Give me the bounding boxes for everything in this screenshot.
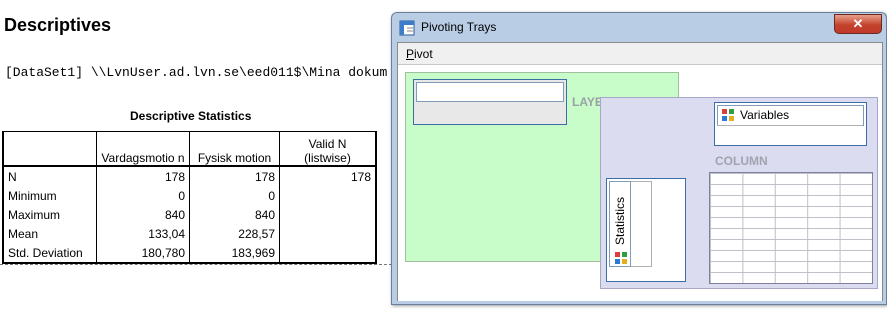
table-cell [279, 205, 377, 224]
header-cell-valid-n: Valid N (listwise) [279, 131, 377, 167]
table-row: Mean 133,04 228,57 [2, 224, 377, 243]
table-row: Minimum 0 0 [2, 186, 377, 205]
data-grid-preview [709, 172, 873, 284]
pivoting-trays-window[interactable]: Pivoting Trays ✕ Pivot LAYER Variables C… [391, 12, 887, 305]
table-row: Maximum 840 840 [2, 205, 377, 224]
menu-bar: Pivot [398, 43, 882, 64]
table-row: Std. Deviation 180,780 183,969 [2, 243, 377, 264]
table-cell: 0 [189, 186, 280, 205]
menu-pivot[interactable]: Pivot [406, 47, 433, 61]
header-cell-blank [2, 131, 97, 167]
header-cell-vardagsmotion: Vardagsmotio n [96, 131, 190, 167]
layer-slot [416, 82, 564, 102]
row-label: Minimum [2, 186, 97, 205]
table-cell: 178 [96, 165, 190, 186]
header-cell-fysisk-motion: Fysisk motion [189, 131, 280, 167]
row-tray[interactable]: Statistics [606, 178, 686, 282]
table-cell: 178 [279, 165, 377, 186]
column-item-label: Variables [740, 108, 790, 122]
row-item-label: Statistics [613, 197, 627, 246]
close-icon: ✕ [852, 16, 864, 31]
descriptive-statistics-table[interactable]: Vardagsmotio n Fysisk motion Valid N (li… [2, 131, 377, 264]
output-title: Descriptives [4, 15, 112, 35]
pivot-item-icon [615, 252, 627, 264]
table-cell: 178 [189, 165, 280, 186]
table-title: Descriptive Statistics [130, 109, 252, 123]
table-cell [279, 243, 377, 264]
pivot-tray-icon [399, 20, 415, 36]
row-item-statistics[interactable]: Statistics [609, 181, 631, 267]
table-cell: 133,04 [96, 224, 190, 243]
row-label: Mean [2, 224, 97, 243]
window-title: Pivoting Trays [421, 20, 497, 34]
tray-area: LAYER Variables COLUMN Statistics [398, 64, 882, 301]
table-row: N 178 178 178 [2, 165, 377, 186]
menu-pivot-mnemonic: P [406, 47, 415, 61]
table-cell: 840 [96, 205, 190, 224]
window-client-area: Pivot LAYER Variables COLUMN Statistics [397, 42, 883, 301]
column-label: COLUMN [715, 154, 768, 168]
table-cell: 228,57 [189, 224, 280, 243]
column-slot [717, 125, 862, 142]
close-button[interactable]: ✕ [834, 14, 882, 34]
table-cell [279, 186, 377, 205]
pivot-item-icon [722, 109, 734, 121]
menu-pivot-label: ivot [414, 47, 433, 61]
table-cell: 180,780 [96, 243, 190, 264]
row-slot [631, 181, 652, 267]
pivot-panel: Variables COLUMN Statistics [600, 97, 878, 289]
column-item-variables[interactable]: Variables [717, 105, 864, 126]
title-bar[interactable]: Pivoting Trays ✕ [392, 13, 886, 41]
layer-drop-zone[interactable] [413, 79, 567, 125]
table-cell: 183,969 [189, 243, 280, 264]
table-cell: 0 [96, 186, 190, 205]
table-cell: 840 [189, 205, 280, 224]
table-selection-border [0, 264, 392, 265]
dataset-path: [DataSet1] \\LvnUser.ad.lvn.se\eed011$\M… [5, 65, 388, 80]
table-header-row: Vardagsmotio n Fysisk motion Valid N (li… [2, 131, 377, 167]
column-tray[interactable]: Variables [714, 102, 867, 146]
row-label: N [2, 165, 97, 186]
table-cell [279, 224, 377, 243]
row-label: Maximum [2, 205, 97, 224]
row-label: Std. Deviation [2, 243, 97, 264]
